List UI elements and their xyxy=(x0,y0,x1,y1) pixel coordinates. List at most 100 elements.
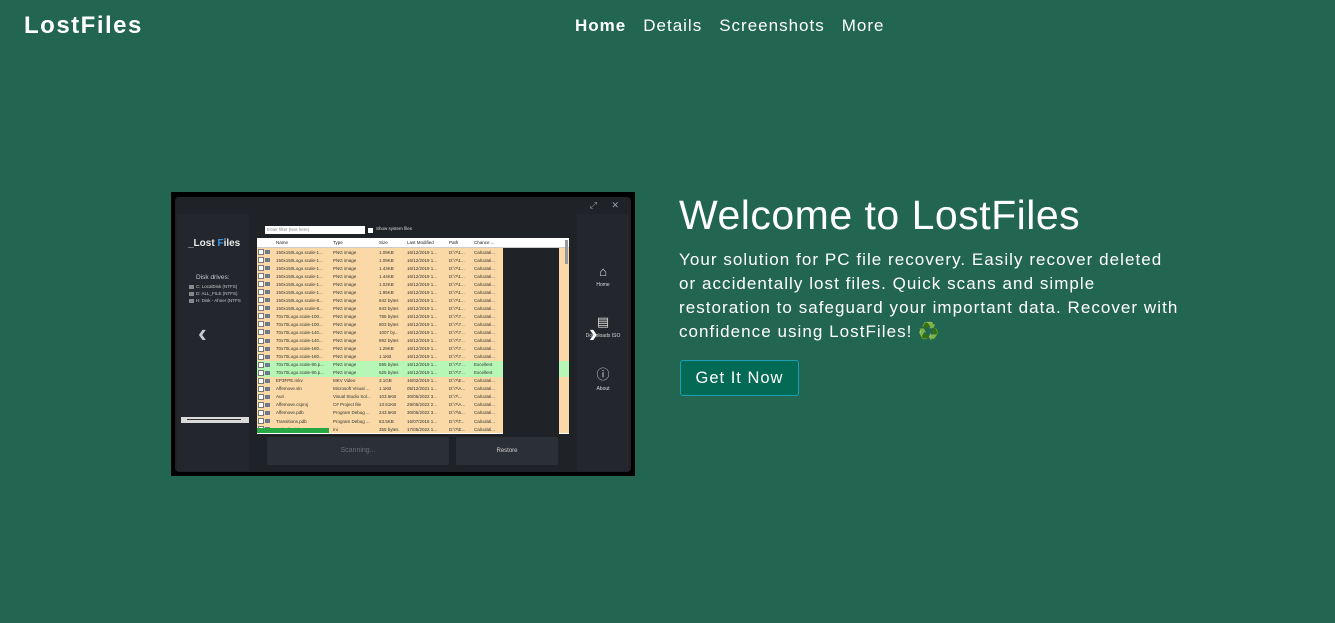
cell-chance: Calculati... xyxy=(474,378,496,384)
cell-type: PNG image xyxy=(333,281,357,287)
row-checkbox xyxy=(258,297,264,304)
cell-size: 625 bytes xyxy=(379,370,399,376)
cell-type: PNG image xyxy=(333,370,357,376)
cell-name: 70x70Logo.scale-80.p... xyxy=(276,370,325,376)
nav-more[interactable]: More xyxy=(842,16,885,36)
row-checkbox xyxy=(258,329,264,336)
row-checkbox xyxy=(258,313,264,320)
file-icon xyxy=(265,322,270,327)
cell-name: 70x70Logo.scale-100... xyxy=(276,313,323,319)
cell-date: 16/12/2019 1... xyxy=(407,321,438,327)
file-icon xyxy=(265,266,270,271)
cell-path: D:\?\1... xyxy=(449,249,465,255)
cell-size: 1007 by... xyxy=(379,329,399,335)
cell-path: D:\?\7... xyxy=(449,354,465,360)
cell-name: 150x150Logo.scale-1... xyxy=(276,249,323,255)
cell-name: Affemove.csproj xyxy=(276,402,309,408)
right-panel: ⌂ Home ▤ Downloads ISO ⓘ About xyxy=(577,214,629,471)
cell-size: 13.51KB xyxy=(379,402,397,408)
cell-date: 16/12/2019 1... xyxy=(407,297,438,303)
cell-name: 150x150Logo.scale-1... xyxy=(276,289,323,295)
app-logo: _Lost Files xyxy=(188,238,241,249)
nav-details[interactable]: Details xyxy=(643,16,702,36)
carousel-prev-button[interactable]: ‹ xyxy=(198,320,207,346)
cell-type: MKV Video xyxy=(333,378,356,384)
side-about: ⓘ About xyxy=(577,364,629,392)
document-icon: ▤ xyxy=(596,314,610,329)
file-icon xyxy=(265,346,270,351)
row-checkbox xyxy=(258,418,264,424)
app-window: ⤢ ✕ _Lost Files Disk drives: C: LocalDis… xyxy=(175,197,631,472)
scan-button: Scanning... xyxy=(267,437,449,465)
cell-path: D:\?\7... xyxy=(449,321,465,327)
row-checkbox xyxy=(258,281,264,288)
side-home: ⌂ Home xyxy=(577,264,629,288)
cell-size: 3.1GB xyxy=(379,378,392,384)
cell-chance: Calculati... xyxy=(474,410,496,416)
file-icon xyxy=(265,419,270,423)
system-files-label: Show system files xyxy=(376,226,413,231)
cell-type: PNG image xyxy=(333,249,357,255)
cell-date: 16/02/2019 1... xyxy=(407,378,438,384)
cell-chance: Calculati... xyxy=(474,281,496,287)
cell-size: 1.43KB xyxy=(379,265,394,271)
file-icon xyxy=(265,330,270,335)
cell-date: 16/12/2019 1... xyxy=(407,265,438,271)
cell-type: PNG image xyxy=(333,329,357,335)
file-icon xyxy=(265,314,270,319)
brand-logo[interactable]: LostFiles xyxy=(24,12,143,40)
cell-date: 16/12/2019 1... xyxy=(407,354,438,360)
cell-date: 16/12/2019 1... xyxy=(407,249,438,255)
file-icon xyxy=(265,386,270,391)
row-checkbox xyxy=(258,321,264,328)
col-modified: Last Modified xyxy=(407,240,434,245)
cell-name: 70x70Logo.scale-100... xyxy=(276,321,323,327)
cell-size: 595 bytes xyxy=(379,362,399,368)
file-icon xyxy=(265,410,270,415)
nav-home[interactable]: Home xyxy=(575,16,626,36)
cell-path: D:\?\1... xyxy=(449,281,465,287)
get-it-now-button[interactable]: Get It Now xyxy=(680,360,799,396)
cell-path: D:\?\7... xyxy=(449,338,465,344)
cell-path: D:\?\T... xyxy=(449,418,465,424)
row-checkbox xyxy=(258,361,264,368)
left-panel: _Lost Files Disk drives: C: LocalDisk (N… xyxy=(177,214,249,471)
cell-date: 16/12/2019 1... xyxy=(407,346,438,352)
cell-path: D:\?\1... xyxy=(449,289,465,295)
nav-screenshots[interactable]: Screenshots xyxy=(719,16,825,36)
cell-name: 70x70Logo.scale-140... xyxy=(276,329,323,335)
cell-chance: Calculati... xyxy=(474,305,496,311)
row-checkbox xyxy=(258,249,264,256)
cell-chance: Calculati... xyxy=(474,321,496,327)
cell-size: 1.1KB xyxy=(379,386,392,392)
cell-name: 150x150Logo.scale-1... xyxy=(276,257,323,263)
cell-size: 103.5KB xyxy=(379,394,397,400)
cell-date: 16/12/2019 1... xyxy=(407,329,438,335)
cell-date: 17/05/2022 1... xyxy=(407,426,438,432)
cell-size: 1.02KB xyxy=(379,281,394,287)
file-icon xyxy=(265,298,270,303)
cell-path: D:\?\7... xyxy=(449,346,465,352)
drive-item: D: ALL_FILE (NTFS) xyxy=(189,291,238,296)
cell-chance: Calculati... xyxy=(474,346,496,352)
cell-size: 803 bytes xyxy=(379,321,399,327)
cell-size: 63.5KB xyxy=(379,418,394,424)
row-checkbox xyxy=(258,273,264,280)
cell-path: D:\?\1... xyxy=(449,297,465,303)
cell-name: 70x70Logo.scale-140... xyxy=(276,338,323,344)
row-checkbox xyxy=(258,409,264,416)
cell-size: 1.09KB xyxy=(379,257,394,263)
cell-date: 30/05/2022 3... xyxy=(407,394,438,400)
cell-size: 1.09KB xyxy=(379,249,394,255)
cell-chance: Calculati... xyxy=(474,386,496,392)
cell-type: Visual Studio Sol... xyxy=(333,394,371,400)
cell-date: 16/12/2019 1... xyxy=(407,305,438,311)
carousel-next-button[interactable]: › xyxy=(589,320,598,346)
cell-type: PNG image xyxy=(333,338,357,344)
top-nav: Home Details Screenshots More xyxy=(575,16,884,36)
cell-chance: Calculati... xyxy=(474,313,496,319)
cell-date: 16/12/2019 1... xyxy=(407,289,438,295)
cell-size: 355 bytes xyxy=(379,426,399,432)
row-checkbox xyxy=(258,385,264,392)
drive-item: H: Disk - Ahner (NTFS xyxy=(189,298,241,303)
